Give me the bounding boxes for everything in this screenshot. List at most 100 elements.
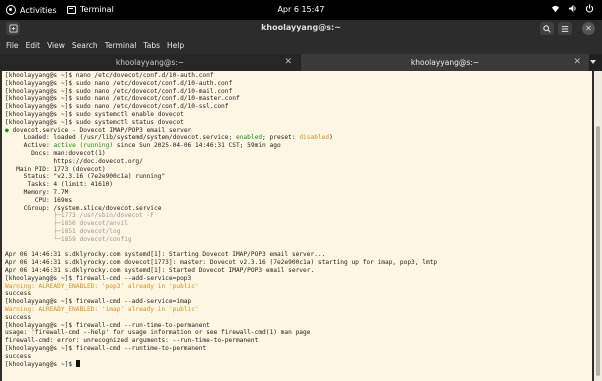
tab-2-label: khoolayyang@s:~	[410, 58, 480, 67]
menu-terminal[interactable]: Terminal	[105, 41, 137, 50]
menu-view[interactable]: View	[47, 41, 65, 50]
terminal-line: Apr 06 14:46:31 s.dklyrocky.com systemd[…	[5, 251, 589, 259]
terminal-line: usage: 'firewall-cmd --help' for usage i…	[5, 329, 589, 337]
terminal-line: Memory: 7.7M	[5, 189, 589, 197]
terminal-text: success	[5, 313, 32, 321]
terminal-line: success	[5, 353, 589, 361]
terminal-text: [khoolayyang@s ~]$ sudo systemctl status…	[5, 118, 184, 126]
terminal-line: Docs: man:dovecot(1)	[5, 150, 589, 158]
terminal-line: [khoolayyang@s ~]$ sudo nano /etc/doveco…	[5, 103, 589, 111]
terminal-text: CGroup: /system.slice/dovecot.service	[5, 204, 162, 212]
terminal-line: Tasks: 4 (limit: 41610)	[5, 181, 589, 189]
close-icon: ✕	[585, 24, 592, 33]
tab-1-label: khoolayyang@s:~	[115, 58, 185, 67]
tab-bar: khoolayyang@s:~ ✕ khoolayyang@s:~ ✕	[0, 54, 602, 71]
terminal-line: Loaded: loaded (/usr/lib/systemd/system/…	[5, 134, 589, 142]
terminal-line: success	[5, 290, 589, 298]
tab-1[interactable]: khoolayyang@s:~ ✕	[0, 54, 300, 71]
terminal-text: [khoolayyang@s ~]$ nano /etc/dovecot/con…	[5, 72, 214, 79]
close-window-button[interactable]: ✕	[582, 22, 595, 35]
header-bar: khoolayyang@s:~ ✕	[0, 20, 602, 37]
gnome-top-bar: Activities Terminal Apr 6 15:47	[0, 0, 602, 20]
terminal-text: Tasks: 4 (limit: 41610)	[5, 181, 114, 189]
terminal-text: Memory: 7.7M	[5, 188, 69, 196]
terminal-text: disabled	[299, 134, 330, 142]
terminal-text: [khoolayyang@s ~]$ sudo nano /etc/doveco…	[5, 79, 233, 87]
terminal-text: success	[5, 290, 32, 298]
tab-1-close-icon[interactable]: ✕	[284, 57, 292, 67]
terminal-text: Apr 06 14:46:31 s.dklyrocky.com systemd[…	[5, 266, 315, 274]
terminal-line: [khoolayyang@s ~]$ nano /etc/dovecot/con…	[5, 72, 589, 80]
terminal-text: usage: 'firewall-cmd --help' for usage i…	[5, 329, 311, 337]
menu-tabs[interactable]: Tabs	[143, 41, 160, 50]
terminal-text: Warning: ALREADY_ENABLED: 'imap' already…	[5, 305, 199, 313]
terminal-text: [khoolayyang@s ~]$ firewall-cmd --run-ti…	[5, 321, 210, 329]
terminal-text: firewall-cmd: error: unrecognized argume…	[5, 337, 259, 345]
terminal-line: ├─1773 /usr/sbin/dovecot -F	[5, 212, 589, 220]
terminal-line: firewall-cmd: error: unrecognized argume…	[5, 337, 589, 345]
terminal-text: Main PID: 1773 (dovecot)	[5, 165, 106, 173]
menu-search[interactable]: Search	[72, 41, 98, 50]
terminal-line: [khoolayyang@s ~]$ sudo nano /etc/doveco…	[5, 88, 589, 96]
terminal-output[interactable]: [khoolayyang@s ~]$ nano /etc/dovecot/con…	[2, 71, 592, 381]
terminal-text: Status: "v2.3.16 (7e2e900c1a) running"	[5, 173, 166, 181]
terminal-text: Active:	[5, 142, 54, 150]
terminal-scrollbar[interactable]	[594, 71, 602, 381]
volume-icon	[568, 4, 577, 13]
tab-list-dropdown-icon[interactable]	[590, 60, 596, 64]
menu-edit[interactable]: Edit	[26, 41, 41, 50]
terminal-text: Loaded: loaded (/usr/lib/systemd/system/…	[5, 134, 236, 142]
terminal-text: [khoolayyang@s ~]$ sudo systemctl enable…	[5, 110, 184, 118]
menu-help[interactable]: Help	[167, 41, 184, 50]
terminal-text: [khoolayyang@s ~]$ sudo nano /etc/doveco…	[5, 103, 229, 111]
search-icon	[543, 24, 551, 33]
terminal-text: [khoolayyang@s ~]$ firewall-cmd --add-se…	[5, 274, 192, 282]
terminal-line: https://doc.dovecot.org/	[5, 158, 589, 166]
terminal-line: Apr 06 14:46:31 s.dklyrocky.com systemd[…	[5, 267, 589, 275]
terminal-line: Warning: ALREADY_ENABLED: 'pop3' already…	[5, 283, 589, 291]
terminal-line: [khoolayyang@s ~]$ sudo nano /etc/doveco…	[5, 80, 589, 88]
terminal-text: ; preset:	[262, 134, 300, 142]
terminal-line: [khoolayyang@s ~]$ firewall-cmd --add-se…	[5, 298, 589, 306]
system-tray[interactable]	[551, 4, 594, 13]
terminal-line: [khoolayyang@s ~]$ firewall-cmd --add-se…	[5, 275, 589, 283]
terminal-line: ● dovecot.service - Dovecot IMAP/POP3 em…	[5, 127, 589, 135]
tab-2[interactable]: khoolayyang@s:~ ✕	[301, 54, 589, 71]
terminal-line: CPU: 169ms	[5, 197, 589, 205]
terminal-text: Apr 06 14:46:31 s.dklyrocky.com dovecot[…	[5, 259, 438, 267]
menu-file[interactable]: File	[6, 41, 19, 50]
scrollbar-thumb[interactable]	[596, 126, 600, 376]
terminal-text: since Sun 2025-04-06 14:46:31 CST; 59min…	[113, 142, 281, 150]
search-button[interactable]	[540, 22, 554, 35]
tab-2-close-icon[interactable]: ✕	[573, 57, 581, 67]
terminal-line: └─1859 dovecot/config	[5, 236, 589, 244]
terminal-text: ├─1850 dovecot/anvil	[5, 220, 128, 228]
hamburger-menu-button[interactable]	[558, 22, 572, 35]
terminal-line: ├─1851 dovecot/log	[5, 228, 589, 236]
terminal-text: └─1859 dovecot/config	[5, 235, 132, 243]
terminal-text: [khoolayyang@s ~]$	[5, 361, 76, 369]
terminal-text: ├─1851 dovecot/log	[5, 227, 121, 235]
terminal-text: )	[329, 134, 333, 142]
clock[interactable]: Apr 6 15:47	[0, 5, 602, 14]
terminal-line: Active: active (running) since Sun 2025-…	[5, 142, 589, 150]
terminal-text: Apr 06 14:46:31 s.dklyrocky.com systemd[…	[5, 251, 326, 259]
terminal-text: dovecot.service - Dovecot IMAP/POP3 emai…	[8, 126, 192, 134]
hamburger-icon	[561, 25, 569, 32]
terminal-line: [khoolayyang@s ~]$	[5, 360, 589, 368]
terminal-text: [khoolayyang@s ~]$ sudo nano /etc/doveco…	[5, 95, 240, 103]
terminal-line: Apr 06 14:46:31 s.dklyrocky.com dovecot[…	[5, 259, 589, 267]
network-icon	[551, 4, 560, 13]
terminal-text: [khoolayyang@s ~]$ sudo nano /etc/doveco…	[5, 87, 233, 95]
terminal-text: Docs: man:dovecot(1)	[5, 149, 106, 157]
terminal-text: CPU: 169ms	[5, 196, 73, 204]
window-title: khoolayyang@s:~	[261, 23, 341, 32]
terminal-line: [khoolayyang@s ~]$ firewall-cmd --runtim…	[5, 345, 589, 353]
terminal-line: [khoolayyang@s ~]$ sudo systemctl enable…	[5, 111, 589, 119]
terminal-text: [khoolayyang@s ~]$ firewall-cmd --runtim…	[5, 344, 207, 352]
terminal-text: [khoolayyang@s ~]$ firewall-cmd --add-se…	[5, 298, 192, 306]
terminal-text: https://doc.dovecot.org/	[5, 157, 143, 165]
terminal-line: [khoolayyang@s ~]$ sudo nano /etc/doveco…	[5, 95, 589, 103]
menu-bar: File Edit View Search Terminal Tabs Help	[0, 37, 602, 54]
